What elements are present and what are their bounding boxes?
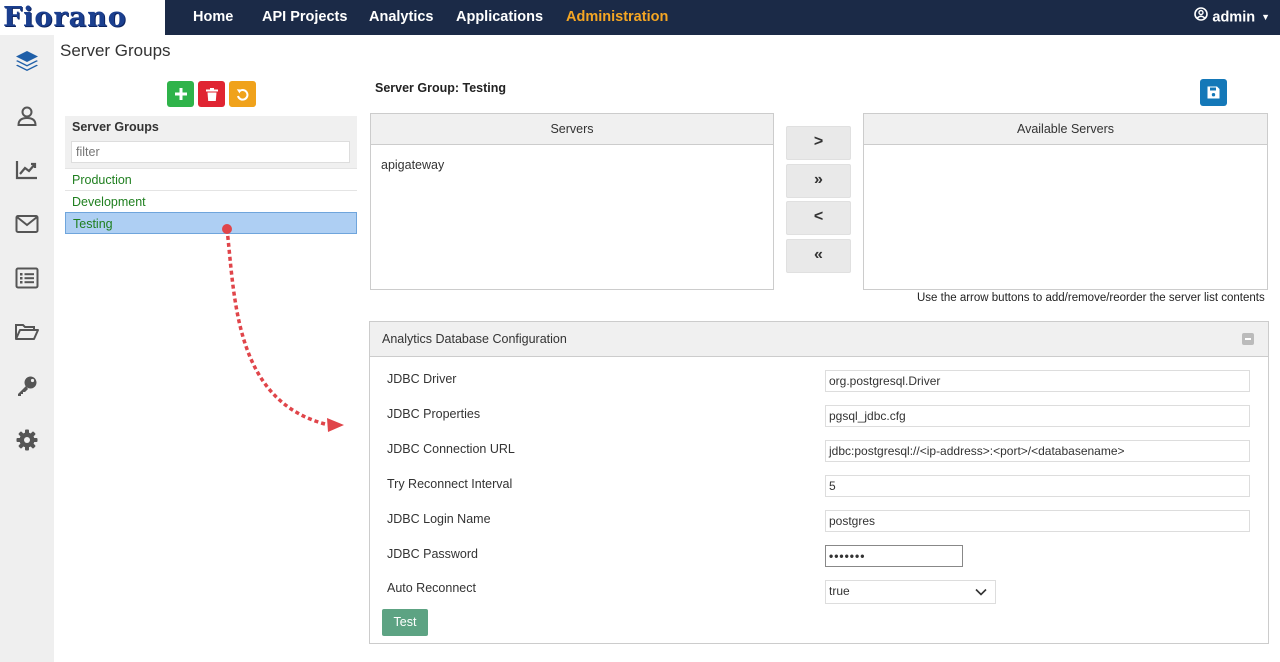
server-group-title: Server Group: Testing <box>375 81 507 95</box>
try-reconnect-interval-label: Try Reconnect Interval <box>387 477 513 491</box>
server-groups-header: Server Groups <box>65 116 357 138</box>
dotted-arrow-path <box>225 228 326 426</box>
jdbc-driver-field[interactable]: org.postgresql.Driver <box>825 370 1250 392</box>
available-servers-header: Available Servers <box>864 114 1267 145</box>
delete-group-button[interactable] <box>198 81 225 107</box>
plus-icon <box>174 88 187 100</box>
analytics-db-header: Analytics Database Configuration <box>370 322 1268 357</box>
sidebar <box>0 35 54 662</box>
server-item-apigateway[interactable]: apigateway <box>371 145 773 172</box>
nav-applications[interactable]: Applications <box>456 0 543 35</box>
mail-icon[interactable] <box>13 210 41 238</box>
jdbc-connection-url-label: JDBC Connection URL <box>387 442 515 456</box>
collapse-icon[interactable] <box>1242 333 1254 345</box>
group-item-testing[interactable]: Testing <box>65 212 357 234</box>
jdbc-password-field[interactable]: ••••••• <box>825 545 963 567</box>
fiorano-logo[interactable]: Fiorano <box>0 0 165 35</box>
user-menu[interactable]: admin ▼ <box>1194 0 1270 35</box>
save-icon <box>1207 86 1220 99</box>
move-right-button[interactable]: > <box>786 126 851 160</box>
filter-wrap <box>65 138 357 168</box>
arrow-head <box>327 418 344 432</box>
reset-button[interactable] <box>229 81 256 107</box>
group-item-development[interactable]: Development <box>65 190 357 212</box>
move-all-left-button[interactable]: « <box>786 239 851 273</box>
undo-icon <box>236 88 249 101</box>
logo-text: Fiorano <box>3 2 127 33</box>
servers-list: Servers apigateway <box>370 113 774 290</box>
nav-api-projects[interactable]: API Projects <box>262 0 347 35</box>
jdbc-password-label: JDBC Password <box>387 547 478 561</box>
folder-open-icon[interactable] <box>13 318 41 346</box>
list-icon[interactable] <box>13 264 41 292</box>
auto-reconnect-select[interactable]: true <box>825 580 996 604</box>
nav-administration[interactable]: Administration <box>566 0 668 35</box>
try-reconnect-interval-field[interactable]: 5 <box>825 475 1250 497</box>
nav-analytics[interactable]: Analytics <box>369 0 433 35</box>
auto-reconnect-value: true <box>829 584 850 598</box>
page-title: Server Groups <box>60 41 171 60</box>
jdbc-properties-field[interactable]: pgsql_jdbc.cfg <box>825 405 1250 427</box>
chart-icon[interactable] <box>13 156 41 184</box>
group-item-production[interactable]: Production <box>65 168 357 190</box>
filter-input[interactable] <box>71 141 350 163</box>
jdbc-properties-label: JDBC Properties <box>387 407 481 421</box>
auto-reconnect-label: Auto Reconnect <box>387 581 476 595</box>
jdbc-driver-label: JDBC Driver <box>387 372 457 386</box>
trash-icon <box>205 87 218 101</box>
save-button[interactable] <box>1200 79 1227 106</box>
top-navbar: Fiorano Home API Projects Analytics Appl… <box>0 0 1280 35</box>
server-groups-panel: Server Groups Production Development Tes… <box>65 116 357 234</box>
layers-icon[interactable] <box>13 47 41 75</box>
user-name: admin <box>1212 9 1256 26</box>
user-icon[interactable] <box>13 102 41 130</box>
move-left-button[interactable]: < <box>786 201 851 235</box>
add-group-button[interactable] <box>167 81 194 107</box>
jdbc-connection-url-field[interactable]: jdbc:postgresql://<ip-address>:<port>/<d… <box>825 440 1250 462</box>
nav-home[interactable]: Home <box>193 0 233 35</box>
key-icon[interactable] <box>13 372 41 400</box>
jdbc-login-name-field[interactable]: postgres <box>825 510 1250 532</box>
user-circle-icon <box>1194 0 1209 35</box>
jdbc-login-name-label: JDBC Login Name <box>387 512 491 526</box>
servers-header: Servers <box>371 114 773 145</box>
caret-down-icon: ▼ <box>1261 12 1270 22</box>
arrow-hint: Use the arrow buttons to add/remove/reor… <box>917 292 1265 304</box>
move-all-right-button[interactable]: » <box>786 164 851 198</box>
gear-icon[interactable] <box>13 426 41 454</box>
chevron-down-icon <box>975 584 987 603</box>
available-servers-list: Available Servers <box>863 113 1268 290</box>
test-button[interactable]: Test <box>382 609 428 636</box>
